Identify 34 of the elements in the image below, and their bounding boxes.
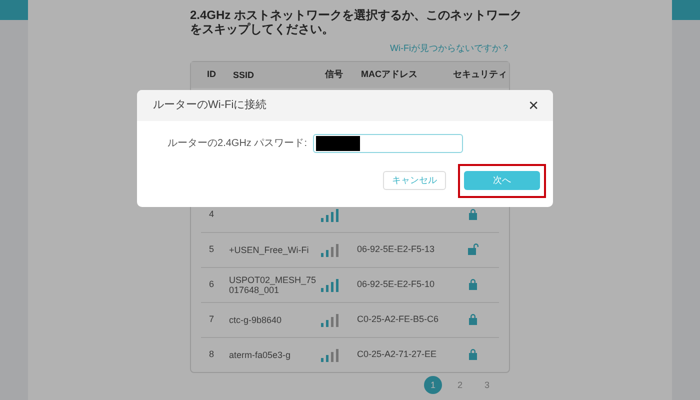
id-cell: 8 — [209, 348, 214, 359]
signal-icon — [321, 242, 338, 256]
column-header: セキュリティ — [452, 68, 508, 81]
password-field[interactable] — [313, 134, 463, 153]
mac-cell: 06-92-5E-E2-F5-10 — [357, 278, 435, 289]
mac-cell: 06-92-5E-E2-F5-13 — [357, 244, 435, 254]
id-cell: 4 — [209, 208, 214, 219]
ssid-cell: USPOT02_MESH_75017648_001 — [229, 274, 316, 294]
field-label: ルーターの2.4GHz パスワード: — [168, 137, 307, 151]
column-header: SSID — [232, 70, 256, 80]
page-button[interactable]: 3 — [478, 376, 496, 394]
next-button[interactable]: 次へ — [464, 171, 540, 190]
mac-cell: C0-25-A2-71-27-EE — [357, 348, 437, 359]
help-link[interactable]: Wi-Fiが見つからないですか？ — [190, 42, 510, 56]
signal-icon — [321, 208, 338, 222]
signal-icon — [321, 278, 338, 292]
ssid-cell: +USEN_Free_Wi-Fi — [229, 244, 309, 254]
page-button[interactable]: 2 — [451, 376, 469, 394]
ssid-cell: ctc-g-9b8640 — [229, 314, 282, 324]
column-header: 信号 — [325, 68, 344, 81]
ssid-cell: aterm-fa05e3-g — [229, 350, 291, 360]
page-button[interactable]: 1 — [424, 376, 442, 394]
page-heading: 2.4GHz ホストネットワークを選択するか、このネットワークをスキップしてください。 — [190, 8, 524, 36]
column-header: ID — [206, 68, 217, 81]
dialog-title: ルーターのWi-Fiに接続 — [153, 98, 267, 114]
cancel-button[interactable]: キャンセル — [383, 171, 446, 190]
close-button[interactable]: ✕ — [528, 96, 539, 116]
id-cell: 6 — [209, 278, 214, 289]
signal-icon — [321, 348, 338, 362]
mac-cell: C0-25-A2-FE-B5-C6 — [357, 314, 439, 324]
id-cell: 7 — [209, 314, 214, 324]
id-cell: 5 — [209, 244, 214, 254]
column-header: MACアドレス — [361, 68, 418, 81]
signal-icon — [321, 312, 338, 326]
